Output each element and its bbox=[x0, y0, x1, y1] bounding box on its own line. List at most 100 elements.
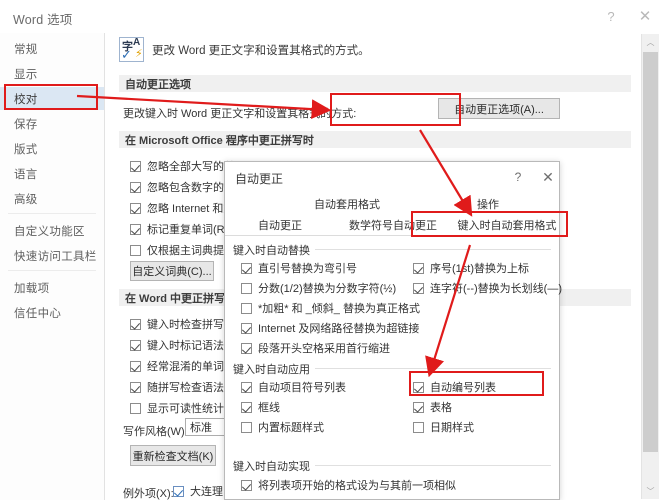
checkbox-box[interactable] bbox=[241, 480, 252, 491]
dlg-checkbox-border-lines[interactable]: 框线 bbox=[241, 399, 280, 415]
checkbox-box[interactable] bbox=[241, 283, 252, 294]
help-icon[interactable]: ? bbox=[598, 4, 624, 28]
checkbox-box[interactable] bbox=[413, 382, 424, 393]
checkbox-label: 自动编号列表 bbox=[430, 379, 496, 395]
tab-autoformat[interactable]: 自动套用格式 bbox=[287, 193, 407, 214]
checkbox-box[interactable] bbox=[173, 486, 184, 497]
dialog-title: 自动更正 bbox=[235, 170, 283, 187]
checkbox-frequently-confused-words[interactable]: 经常混淆的单词(N) bbox=[130, 358, 239, 374]
checkbox-label: 段落开头空格采用首行缩进 bbox=[258, 340, 390, 356]
tab-autocorrect[interactable]: 自动更正 bbox=[231, 214, 329, 235]
checkbox-box[interactable] bbox=[413, 263, 424, 274]
dlg-checkbox-hyphens-dash[interactable]: 连字符(--)替换为长划线(—) bbox=[413, 280, 562, 296]
page-title: 更改 Word 更正文字和设置其格式的方式。 bbox=[152, 42, 370, 58]
checkbox-box[interactable] bbox=[130, 361, 141, 372]
sidebar-item-display[interactable]: 显示 bbox=[0, 62, 104, 85]
checkbox-grammar-with-spelling[interactable]: 随拼写检查语法(H) bbox=[130, 379, 239, 395]
dlg-checkbox-builtin-heading-styles[interactable]: 内置标题样式 bbox=[241, 419, 324, 435]
section-office-spelling-label: 在 Microsoft Office 程序中更正拼写时 bbox=[125, 132, 314, 148]
sidebar-item-customize-ribbon[interactable]: 自定义功能区 bbox=[0, 219, 104, 242]
checkbox-label: *加粗* 和 _倾斜_ 替换为真正格式 bbox=[258, 300, 420, 316]
checkbox-box[interactable] bbox=[130, 403, 141, 414]
writing-style-label: 写作风格(W): bbox=[123, 423, 188, 439]
autocorrect-options-button[interactable]: 自动更正选项(A)... bbox=[438, 98, 560, 119]
sidebar-item-addins[interactable]: 加载项 bbox=[0, 276, 104, 299]
group-label-auto: 键入时自动实现 bbox=[233, 458, 315, 474]
checkbox-check-spelling-as-you-type[interactable]: 键入时检查拼写(P) bbox=[130, 316, 239, 332]
checkbox-box[interactable] bbox=[413, 422, 424, 433]
scroll-up-icon[interactable]: ︿ bbox=[642, 34, 659, 50]
dlg-checkbox-ordinals-superscript[interactable]: 序号(1st)替换为上标 bbox=[413, 260, 529, 276]
checkbox-box[interactable] bbox=[241, 323, 252, 334]
checkbox-box[interactable] bbox=[241, 263, 252, 274]
section-autocorrect-label: 自动更正选项 bbox=[125, 76, 191, 92]
dlg-checkbox-tables[interactable]: 表格 bbox=[413, 399, 452, 415]
group-label-apply: 键入时自动应用 bbox=[233, 361, 315, 377]
checkbox-box[interactable] bbox=[241, 382, 252, 393]
sidebar: 常规 显示 校对 保存 版式 语言 高级 自定义功能区 快速访问工具栏 加载项 … bbox=[0, 33, 105, 500]
checkbox-label: 分数(1/2)替换为分数字符(½) bbox=[258, 280, 396, 296]
checkbox-box[interactable] bbox=[241, 303, 252, 314]
scroll-down-icon[interactable]: ﹀ bbox=[642, 483, 659, 499]
section-office-spelling: 在 Microsoft Office 程序中更正拼写时 bbox=[119, 131, 631, 148]
section-autocorrect-options: 自动更正选项 bbox=[119, 75, 631, 92]
scrollbar-thumb[interactable] bbox=[643, 52, 658, 452]
recheck-document-button[interactable]: 重新检查文档(K) bbox=[130, 445, 216, 466]
dlg-checkbox-date-style[interactable]: 日期样式 bbox=[413, 419, 474, 435]
dialog-tabstrip: 自动套用格式 操作 自动更正 数学符号自动更正 键入时自动套用格式 bbox=[225, 193, 559, 236]
dlg-checkbox-fractions[interactable]: 分数(1/2)替换为分数字符(½) bbox=[241, 280, 396, 296]
checkbox-flag-repeated[interactable]: 标记重复单词(R) bbox=[130, 221, 228, 237]
checkbox-label: 直引号替换为弯引号 bbox=[258, 260, 357, 276]
sidebar-item-quick-access[interactable]: 快速访问工具栏 bbox=[0, 244, 104, 267]
checkbox-label: 表格 bbox=[430, 399, 452, 415]
exceptions-target[interactable]: 大连理 bbox=[173, 483, 223, 499]
checkbox-box[interactable] bbox=[130, 319, 141, 330]
checkbox-box[interactable] bbox=[241, 422, 252, 433]
dlg-checkbox-format-list-like-previous[interactable]: 将列表项开始的格式设为与其前一项相似 bbox=[241, 477, 456, 493]
sidebar-item-proofing[interactable]: 校对 bbox=[0, 87, 104, 110]
sidebar-item-language[interactable]: 语言 bbox=[0, 162, 104, 185]
checkbox-label: 自动项目符号列表 bbox=[258, 379, 346, 395]
tab-math-autocorrect[interactable]: 数学符号自动更正 bbox=[333, 214, 453, 235]
checkbox-box[interactable] bbox=[241, 402, 252, 413]
title-bar: Word 选项 ? ✕ bbox=[0, 0, 661, 34]
checkbox-box[interactable] bbox=[413, 283, 424, 294]
sidebar-divider-1 bbox=[8, 213, 96, 214]
checkbox-box[interactable] bbox=[130, 161, 141, 172]
dlg-checkbox-bold-italic[interactable]: *加粗* 和 _倾斜_ 替换为真正格式 bbox=[241, 300, 420, 316]
tab-actions[interactable]: 操作 bbox=[453, 193, 523, 214]
checkbox-box[interactable] bbox=[130, 245, 141, 256]
sidebar-divider-2 bbox=[8, 270, 96, 271]
checkbox-box[interactable] bbox=[130, 182, 141, 193]
dlg-checkbox-internet-hyperlink[interactable]: Internet 及网络路径替换为超链接 bbox=[241, 320, 419, 336]
dlg-checkbox-auto-bulleted-list[interactable]: 自动项目符号列表 bbox=[241, 379, 346, 395]
checkbox-box[interactable] bbox=[130, 382, 141, 393]
window-title: Word 选项 bbox=[13, 9, 73, 28]
dlg-checkbox-straight-quotes[interactable]: 直引号替换为弯引号 bbox=[241, 260, 357, 276]
checkbox-label: 标记重复单词(R) bbox=[147, 221, 228, 237]
checkbox-label: 序号(1st)替换为上标 bbox=[430, 260, 529, 276]
checkbox-box[interactable] bbox=[130, 224, 141, 235]
sidebar-item-advanced[interactable]: 高级 bbox=[0, 187, 104, 210]
dialog-close-icon[interactable]: ✕ bbox=[537, 167, 559, 187]
checkbox-box[interactable] bbox=[130, 203, 141, 214]
checkbox-label: 连字符(--)替换为长划线(—) bbox=[430, 280, 562, 296]
sidebar-item-general[interactable]: 常规 bbox=[0, 37, 104, 60]
checkbox-box[interactable] bbox=[241, 343, 252, 354]
tab-autoformat-as-you-type[interactable]: 键入时自动套用格式 bbox=[457, 214, 557, 235]
close-icon[interactable]: ✕ bbox=[632, 4, 658, 28]
sidebar-item-layout[interactable]: 版式 bbox=[0, 137, 104, 160]
group-label-replace: 键入时自动替换 bbox=[233, 242, 315, 258]
dlg-checkbox-auto-numbered-list[interactable]: 自动编号列表 bbox=[413, 379, 496, 395]
checkbox-label: 将列表项开始的格式设为与其前一项相似 bbox=[258, 477, 456, 493]
sidebar-item-trust-center[interactable]: 信任中心 bbox=[0, 301, 104, 324]
custom-dictionaries-button[interactable]: 自定义词典(C)... bbox=[130, 261, 214, 281]
options-scrollbar[interactable]: ︿ ﹀ bbox=[641, 34, 659, 499]
checkbox-box[interactable] bbox=[130, 340, 141, 351]
checkbox-label: 日期样式 bbox=[430, 419, 474, 435]
dlg-checkbox-first-line-indent[interactable]: 段落开头空格采用首行缩进 bbox=[241, 340, 390, 356]
checkbox-label: 框线 bbox=[258, 399, 280, 415]
checkbox-box[interactable] bbox=[413, 402, 424, 413]
dialog-help-icon[interactable]: ? bbox=[507, 167, 529, 187]
sidebar-item-save[interactable]: 保存 bbox=[0, 112, 104, 135]
